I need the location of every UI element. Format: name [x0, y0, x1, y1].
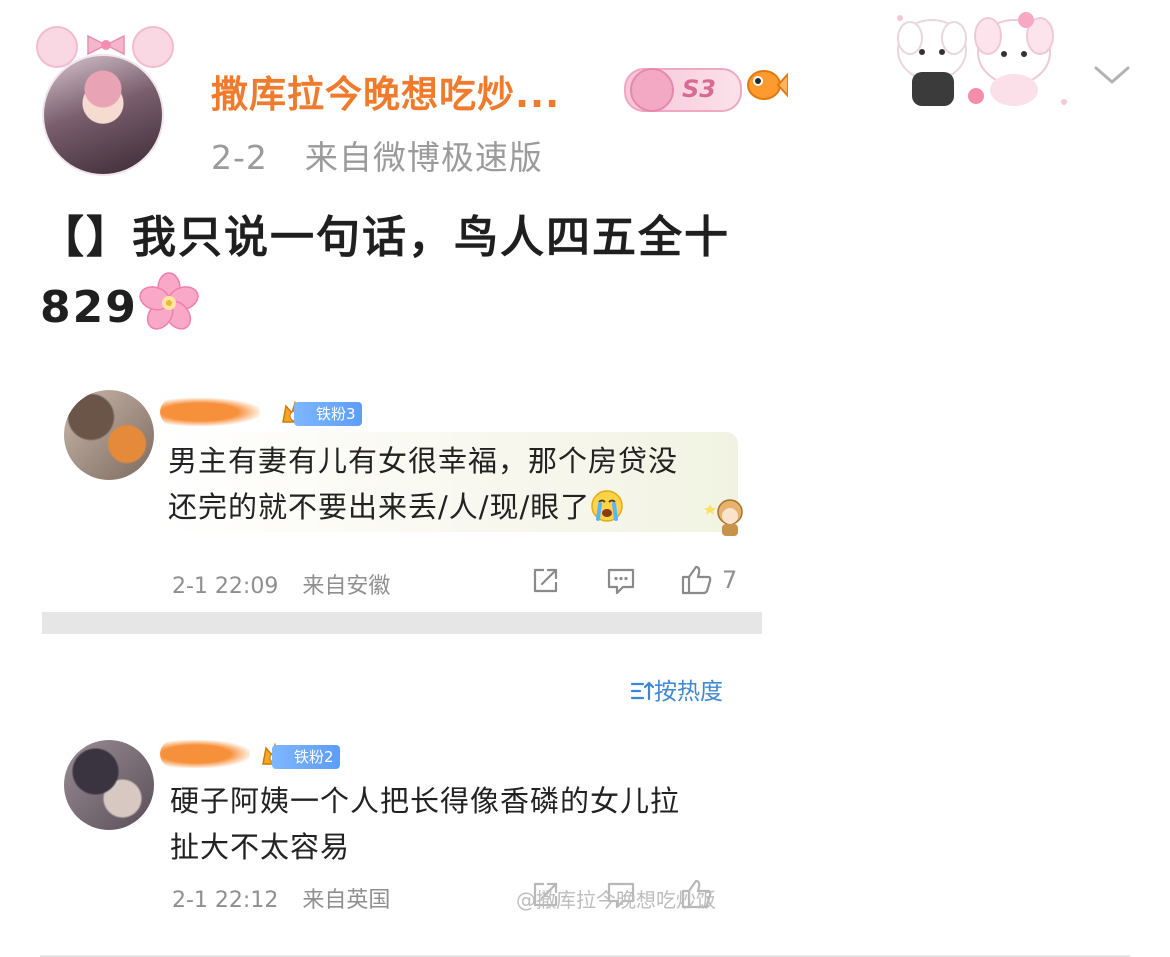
- cute-bunnies-sticker-icon: [897, 12, 1067, 106]
- post-date: 2-2: [211, 138, 268, 177]
- sort-icon: [630, 681, 654, 701]
- section-divider: [42, 612, 762, 634]
- comment-text: 硬子阿姨一个人把长得像香磷的女儿拉 扯大不太容易: [170, 778, 750, 870]
- bear-icon: [630, 68, 674, 112]
- comment-text-line-1: 男主有妻有儿有女很幸福，那个房贷没: [168, 444, 679, 478]
- watermark: @撒库拉今晚想吃炒饭: [516, 888, 716, 912]
- comment-icon[interactable]: [606, 566, 636, 596]
- comment-username-blurred[interactable]: [160, 398, 260, 426]
- comment-text-line-2: 还完的就不要出来丢/人/现/眼了: [168, 484, 748, 530]
- like-count: 7: [722, 566, 738, 594]
- sakura-icon: [139, 272, 199, 330]
- fan-badge[interactable]: 铁粉2: [272, 745, 340, 769]
- post-body: 【】我只说一句话，鸟人四五全十 829: [40, 204, 800, 342]
- comment-username-blurred[interactable]: [160, 740, 250, 768]
- comment-time: 2-1 22:12: [172, 888, 279, 913]
- comment-location: 来自安徽: [302, 574, 391, 599]
- sort-toggle[interactable]: 按热度: [630, 672, 723, 706]
- crying-face-icon: [591, 490, 624, 522]
- chevron-down-icon[interactable]: [1092, 60, 1132, 90]
- post-body-line-2-text: 829: [40, 282, 138, 333]
- comment-meta: 2-1 22:12 来自英国: [172, 882, 390, 914]
- sort-label: 按热度: [654, 679, 723, 705]
- comment-time: 2-1 22:09: [172, 574, 279, 599]
- username[interactable]: 撒库拉今晚想吃炒...: [211, 64, 560, 118]
- avatar-frame-right-ear: [132, 26, 174, 68]
- level-badge-label: S3: [682, 75, 716, 103]
- bow-icon: [87, 34, 125, 56]
- comment-avatar[interactable]: [64, 390, 154, 480]
- fan-badge[interactable]: 铁粉3: [294, 402, 362, 426]
- post-body-line-1: 【】我只说一句话，鸟人四五全十: [40, 212, 730, 263]
- comment-text-line-2-text: 还完的就不要出来丢/人/现/眼了: [168, 490, 591, 524]
- post-body-line-2: 829: [40, 272, 800, 342]
- post-source: 来自微博极速版: [304, 138, 543, 177]
- like-icon[interactable]: [680, 564, 714, 596]
- comment-text: 男主有妻有儿有女很幸福，那个房贷没 还完的就不要出来丢/人/现/眼了: [168, 438, 748, 530]
- chibi-character-sticker-icon: [704, 499, 743, 536]
- fish-icon: [747, 70, 788, 100]
- share-icon[interactable]: [530, 566, 560, 596]
- avatar[interactable]: [42, 54, 164, 176]
- comment-meta: 2-1 22:09 来自安徽: [172, 568, 390, 600]
- comment-text-line-2: 扯大不太容易: [170, 830, 351, 864]
- comment-text-line-1: 硬子阿姨一个人把长得像香磷的女儿拉: [170, 784, 681, 818]
- comment-location: 来自英国: [302, 888, 391, 913]
- level-badge[interactable]: S3: [624, 68, 742, 112]
- post-meta: 2-2 来自微博极速版: [211, 131, 543, 179]
- comment-avatar[interactable]: [64, 740, 154, 830]
